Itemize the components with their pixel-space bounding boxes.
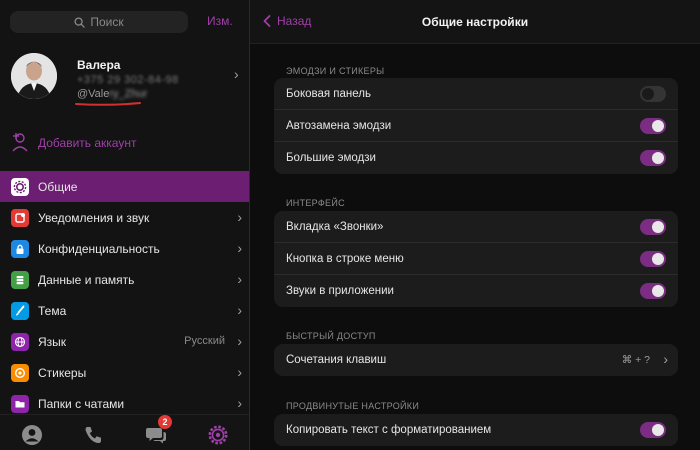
username-visible: @Vale bbox=[77, 88, 110, 100]
settings-tab-icon[interactable] bbox=[207, 424, 229, 446]
bell-icon bbox=[11, 209, 29, 227]
sticker-icon bbox=[11, 364, 29, 382]
profile-username: @Valery_Zhur bbox=[77, 88, 147, 100]
sidebar-item-stickers[interactable]: Стикеры › bbox=[0, 357, 249, 388]
chevron-right-icon: › bbox=[237, 333, 242, 349]
sidebar-item-theme[interactable]: Тема › bbox=[0, 295, 249, 326]
row-label: Большие эмодзи bbox=[286, 152, 376, 164]
username-hidden: ry_Zhur bbox=[109, 88, 148, 100]
bottom-tab-bar bbox=[0, 414, 249, 450]
lock-icon bbox=[11, 240, 29, 258]
in-app-sounds-toggle[interactable] bbox=[640, 283, 666, 299]
sidebar-item-label: Общие bbox=[38, 180, 78, 194]
gear-icon bbox=[11, 178, 29, 196]
chats-unread-badge: 2 bbox=[158, 415, 172, 429]
sidebar-item-general[interactable]: Общие bbox=[0, 171, 249, 202]
chevron-right-icon: › bbox=[237, 240, 242, 256]
language-value: Русский bbox=[184, 335, 225, 347]
database-icon bbox=[11, 271, 29, 289]
sidebar-item-label: Тема bbox=[38, 304, 67, 318]
row-label: Боковая панель bbox=[286, 88, 371, 100]
row-label: Копировать текст с форматированием bbox=[286, 424, 492, 436]
row-keyboard-shortcuts[interactable]: Сочетания клавиш ⌘ + ? › bbox=[274, 344, 678, 376]
search-icon bbox=[74, 16, 86, 28]
emoji-autoreplace-toggle[interactable] bbox=[640, 118, 666, 134]
sidebar-item-label: Уведомления и звук bbox=[38, 211, 150, 225]
row-copy-formatted: Копировать текст с форматированием bbox=[274, 414, 678, 446]
row-sidebar-panel: Боковая панель bbox=[274, 78, 678, 110]
avatar bbox=[11, 53, 57, 99]
group-quick-access: Сочетания клавиш ⌘ + ? › bbox=[274, 344, 678, 376]
section-title-advanced: ПРОДВИНУТЫЕ НАСТРОЙКИ bbox=[286, 401, 420, 411]
row-emoji-autoreplace: Автозамена эмодзи bbox=[274, 110, 678, 142]
profile-phone: +375 29 302-84-98 bbox=[77, 74, 179, 86]
brush-icon bbox=[11, 302, 29, 320]
section-title-quick-access: БЫСТРЫЙ ДОСТУП bbox=[286, 331, 376, 341]
row-label: Звуки в приложении bbox=[286, 285, 394, 297]
calls-tab-icon[interactable] bbox=[82, 424, 104, 446]
calls-tab-toggle[interactable] bbox=[640, 219, 666, 235]
header: Назад Общие настройки bbox=[250, 0, 700, 44]
copy-formatted-toggle[interactable] bbox=[640, 422, 666, 438]
row-label: Автозамена эмодзи bbox=[286, 120, 392, 132]
chevron-right-icon: › bbox=[237, 271, 242, 287]
sidebar-item-label: Данные и память bbox=[38, 273, 135, 287]
contacts-tab-icon[interactable] bbox=[21, 424, 43, 446]
sidebar-item-language[interactable]: Язык Русский › bbox=[0, 326, 249, 357]
sidebar-item-label: Конфиденциальность bbox=[38, 242, 160, 256]
shortcut-hint: ⌘ + ? bbox=[621, 354, 650, 366]
general-settings-panel: Назад Общие настройки ЭМОДЗИ И СТИКЕРЫ Б… bbox=[250, 0, 700, 450]
globe-icon bbox=[11, 333, 29, 351]
section-title-emoji: ЭМОДЗИ И СТИКЕРЫ bbox=[286, 66, 385, 76]
profile-name: Валера bbox=[77, 58, 121, 72]
add-account-button[interactable]: Добавить аккаунт bbox=[0, 127, 249, 159]
sidebar-item-label: Папки с чатами bbox=[38, 397, 125, 411]
chevron-right-icon: › bbox=[237, 364, 242, 380]
chevron-right-icon: › bbox=[237, 395, 242, 411]
chevron-right-icon: › bbox=[663, 351, 668, 367]
search-placeholder: Поиск bbox=[90, 15, 124, 29]
row-in-app-sounds: Звуки в приложении bbox=[274, 275, 678, 307]
section-title-interface: ИНТЕРФЕЙС bbox=[286, 198, 345, 208]
sidebar-item-label: Язык bbox=[38, 335, 67, 349]
sidebar-item-data[interactable]: Данные и память › bbox=[0, 264, 249, 295]
search-row: Поиск Изм. bbox=[0, 0, 249, 44]
chevron-right-icon: › bbox=[237, 209, 242, 225]
row-calls-tab: Вкладка «Звонки» bbox=[274, 211, 678, 243]
menu-bar-button-toggle[interactable] bbox=[640, 251, 666, 267]
folder-icon bbox=[11, 395, 29, 413]
edit-button[interactable]: Изм. bbox=[207, 14, 233, 28]
row-label: Кнопка в строке меню bbox=[286, 253, 404, 265]
sidebar-item-label: Стикеры bbox=[38, 366, 87, 380]
row-menu-bar-button: Кнопка в строке меню bbox=[274, 243, 678, 275]
add-user-icon bbox=[12, 133, 28, 152]
sidebar-item-notifications[interactable]: Уведомления и звук › bbox=[0, 202, 249, 233]
sidebar-item-privacy[interactable]: Конфиденциальность › bbox=[0, 233, 249, 264]
add-account-label: Добавить аккаунт bbox=[38, 136, 137, 150]
sidebar: Поиск Изм. Валера +375 29 302-84-98 @Val… bbox=[0, 0, 249, 450]
profile-card[interactable]: Валера +375 29 302-84-98 @Valery_Zhur › bbox=[0, 44, 249, 120]
large-emoji-toggle[interactable] bbox=[640, 150, 666, 166]
sidebar-panel-toggle[interactable] bbox=[640, 86, 666, 102]
group-interface: Вкладка «Звонки» Кнопка в строке меню Зв… bbox=[274, 211, 678, 307]
settings-menu: Общие Уведомления и звук › Конфиденциаль… bbox=[0, 171, 249, 419]
page-title: Общие настройки bbox=[421, 15, 529, 29]
chevron-right-icon: › bbox=[237, 302, 242, 318]
red-underline bbox=[75, 102, 141, 106]
row-label: Вкладка «Звонки» bbox=[286, 221, 384, 233]
group-advanced: Копировать текст с форматированием bbox=[274, 414, 678, 446]
search-input[interactable]: Поиск bbox=[10, 11, 188, 33]
row-label: Сочетания клавиш bbox=[286, 354, 387, 366]
group-emoji-stickers: Боковая панель Автозамена эмодзи Большие… bbox=[274, 78, 678, 174]
row-large-emoji: Большие эмодзи bbox=[274, 142, 678, 174]
chevron-right-icon: › bbox=[234, 66, 239, 82]
